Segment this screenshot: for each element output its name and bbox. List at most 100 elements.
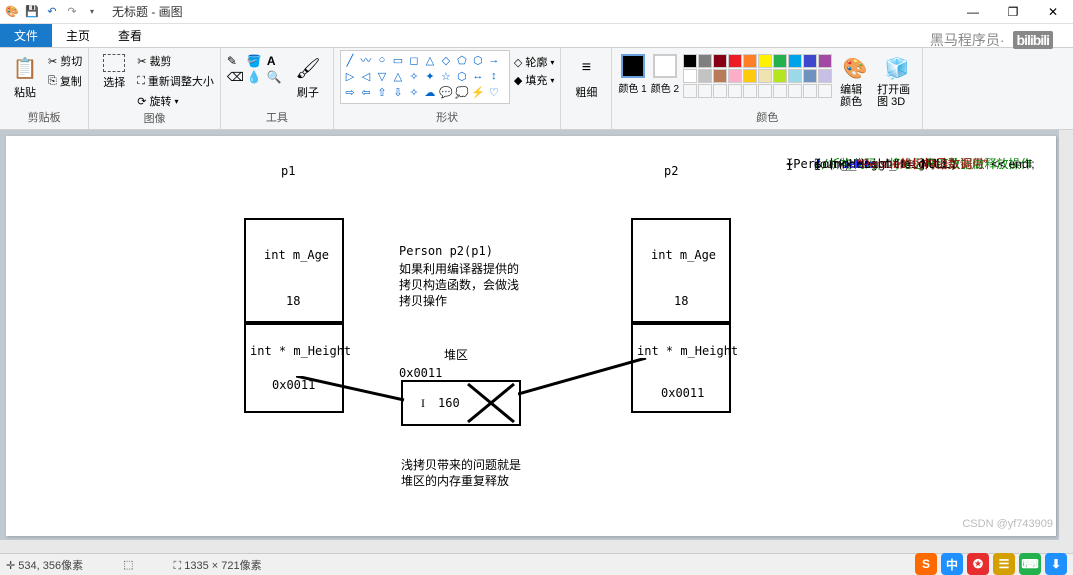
resize-icon: ⛶: [137, 75, 145, 88]
tab-home[interactable]: 主页: [52, 24, 104, 47]
text: 如果利用编译器提供的: [399, 260, 519, 277]
group-label: 工具: [227, 109, 327, 127]
statusbar: ✛ 534, 356像素 ⬚ ⛶ 1335 × 721像素: [0, 553, 1073, 575]
maximize-button[interactable]: ❐: [993, 0, 1033, 24]
text-p2: p2: [664, 164, 678, 178]
outline-icon: ◇: [514, 56, 522, 69]
tab-file[interactable]: 文件: [0, 24, 52, 47]
text: int m_Age: [651, 248, 716, 262]
tray-icon[interactable]: 中: [941, 553, 963, 575]
close-button[interactable]: ✕: [1033, 0, 1073, 24]
ribbon: 📋 粘贴 ✂剪切 ⎘复制 剪贴板 选择 ✂裁剪 ⛶重新调整大小 ⟳旋转▾ 图像: [0, 48, 1073, 130]
tab-view[interactable]: 查看: [104, 24, 156, 47]
tray-icon[interactable]: ☰: [993, 553, 1015, 575]
text-icon[interactable]: A: [267, 54, 285, 68]
app-icon: 🎨: [4, 4, 20, 20]
thickness-icon: ≡: [572, 54, 600, 82]
text: 160: [438, 396, 460, 410]
watermark: 黑马程序员· bilibili: [930, 30, 1053, 50]
text: 堆区的内存重复释放: [401, 472, 509, 489]
text-cursor-icon: I: [421, 396, 425, 411]
group-label: 剪贴板: [6, 109, 82, 127]
connector-line: [296, 376, 406, 406]
brush-icon: 🖌: [294, 54, 322, 82]
copy-icon: ⎘: [48, 75, 57, 88]
ribbon-group-tools: ✎ 🪣 A ⌫ 💧 🔍 🖌 刷子 工具: [221, 48, 334, 129]
color-palette[interactable]: [683, 50, 832, 98]
ribbon-tabs: 文件 主页 查看: [0, 24, 1073, 48]
thickness-button[interactable]: ≡ 粗细: [567, 50, 605, 100]
zoom-icon[interactable]: 🔍: [267, 70, 285, 84]
text: 0x0011: [661, 386, 704, 400]
canvas-area: p1 p2 int m_Age 18 int * m_Height 0x0011…: [0, 130, 1073, 554]
picker-icon[interactable]: 💧: [247, 70, 265, 84]
select-icon: [103, 54, 125, 72]
ribbon-group-thickness: ≡ 粗细: [561, 48, 612, 129]
text-p1: p1: [281, 164, 295, 178]
group-label: 图像: [95, 110, 214, 128]
color1-swatch: [621, 54, 645, 78]
tray-icon[interactable]: S: [915, 553, 937, 575]
qat-dropdown-icon[interactable]: ▾: [84, 4, 100, 20]
canvas-size: ⛶ 1335 × 721像素: [174, 557, 262, 573]
text: int m_Age: [264, 248, 329, 262]
color2-button[interactable]: 颜色 2: [651, 50, 679, 95]
brush-button[interactable]: 🖌 刷子: [289, 50, 327, 100]
ribbon-group-colors: 颜色 1 颜色 2 🎨 编辑颜色 🧊 打开画图 3D 颜色: [612, 48, 923, 129]
crop-button[interactable]: ✂裁剪: [137, 52, 214, 70]
x-mark-icon: [466, 382, 516, 424]
horizontal-scrollbar[interactable]: [0, 540, 1059, 554]
text: 堆区: [444, 346, 468, 363]
shape-outline-button[interactable]: ◇轮廓▾: [514, 54, 554, 70]
tray-icons: S 中 ✪ ☰ ⌨ ⬇: [915, 553, 1067, 575]
text: Person p2(p1): [399, 244, 493, 258]
group-label: 形状: [340, 109, 554, 127]
window-title: 无标题 - 画图: [104, 3, 953, 20]
rotate-icon: ⟳: [137, 95, 146, 108]
open-paint3d-button[interactable]: 🧊 打开画图 3D: [878, 50, 916, 108]
watermark-text: 黑马程序员·: [930, 30, 1005, 50]
titlebar: 🎨 💾 ↶ ↷ ▾ 无标题 - 画图 — ❐ ✕: [0, 0, 1073, 24]
resize-button[interactable]: ⛶重新调整大小: [137, 72, 214, 90]
paint3d-icon: 🧊: [883, 54, 911, 82]
color1-button[interactable]: 颜色 1: [618, 50, 646, 95]
vertical-scrollbar[interactable]: [1059, 130, 1073, 554]
crop-icon: ✂: [137, 55, 146, 68]
pencil-icon[interactable]: ✎: [227, 54, 245, 68]
eraser-icon[interactable]: ⌫: [227, 70, 245, 84]
quick-access-toolbar: 🎨 💾 ↶ ↷ ▾: [0, 4, 104, 20]
text: 18: [286, 294, 300, 308]
bilibili-logo: bilibili: [1013, 31, 1053, 49]
tray-icon[interactable]: ⌨: [1019, 553, 1041, 575]
ribbon-group-image: 选择 ✂裁剪 ⛶重新调整大小 ⟳旋转▾ 图像: [89, 48, 221, 129]
cut-button[interactable]: ✂剪切: [48, 52, 82, 70]
minimize-button[interactable]: —: [953, 0, 993, 24]
tray-icon[interactable]: ✪: [967, 553, 989, 575]
rotate-button[interactable]: ⟳旋转▾: [137, 92, 214, 110]
edit-colors-icon: 🎨: [841, 54, 869, 82]
connector-line: [518, 358, 648, 398]
save-icon[interactable]: 💾: [24, 4, 40, 20]
size-icon: ⛶: [174, 560, 185, 572]
paste-button[interactable]: 📋 粘贴: [6, 50, 44, 100]
fill-icon[interactable]: 🪣: [247, 54, 265, 68]
shapes-gallery[interactable]: ╱〰○▭◻△◇⬠⬡→ ▷◁▽△✧✦☆⬡↔↕ ⇨⇦⇧⇩✧☁💬💭⚡♡: [340, 50, 510, 104]
scissors-icon: ✂: [48, 55, 57, 68]
selection-size: ⬚: [123, 558, 133, 571]
drawing-canvas[interactable]: p1 p2 int m_Age 18 int * m_Height 0x0011…: [6, 136, 1056, 536]
color2-swatch: [653, 54, 677, 78]
text: 拷贝操作: [399, 292, 447, 309]
text: 浅拷贝带来的问题就是: [401, 456, 521, 473]
ribbon-group-clipboard: 📋 粘贴 ✂剪切 ⎘复制 剪贴板: [0, 48, 89, 129]
selection-icon: ⬚: [123, 559, 133, 571]
redo-icon[interactable]: ↷: [64, 4, 80, 20]
tray-icon[interactable]: ⬇: [1045, 553, 1067, 575]
text: 拷贝构造函数，会做浅: [399, 276, 519, 293]
paste-icon: 📋: [11, 54, 39, 82]
undo-icon[interactable]: ↶: [44, 4, 60, 20]
copy-button[interactable]: ⎘复制: [48, 72, 82, 90]
edit-colors-button[interactable]: 🎨 编辑颜色: [836, 50, 874, 108]
text: int * m_Height: [250, 344, 351, 358]
shape-fill-button[interactable]: ◆填充▾: [514, 72, 554, 88]
select-button[interactable]: 选择: [95, 50, 133, 90]
